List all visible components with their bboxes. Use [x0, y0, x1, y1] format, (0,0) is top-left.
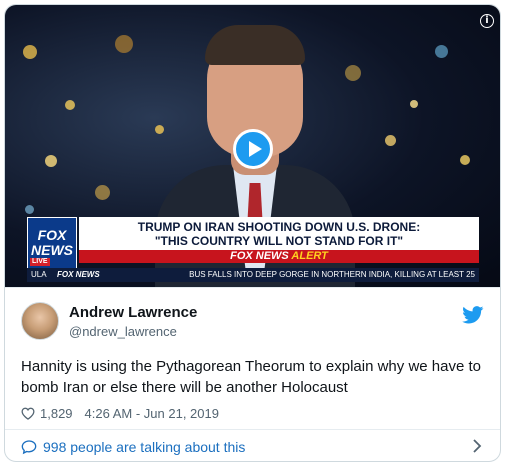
play-button[interactable]	[233, 129, 273, 169]
background-light	[385, 135, 396, 146]
speech-bubble-icon	[21, 439, 37, 454]
embedded-tweet-card: i FOX NEWS LIVE TRUMP ON IRAN SHOOTING D…	[4, 4, 501, 462]
logo-bottom-text: NEWS	[31, 242, 73, 258]
heart-icon[interactable]	[21, 407, 35, 420]
fox-news-logo: FOX NEWS LIVE	[27, 217, 77, 269]
author-name[interactable]: Andrew Lawrence	[69, 304, 197, 321]
background-light	[95, 185, 110, 200]
background-light	[25, 205, 34, 214]
background-light	[23, 45, 37, 59]
ticker-left-text: ULA	[31, 270, 47, 279]
talking-count-text[interactable]: 998 people are talking about this	[43, 439, 245, 455]
tweet-text: Hannity is using the Pythagorean Theorum…	[21, 358, 481, 396]
video-player[interactable]: i FOX NEWS LIVE TRUMP ON IRAN SHOOTING D…	[5, 5, 500, 287]
tweet-body: Andrew Lawrence @ndrew_lawrence Hannity …	[5, 287, 500, 427]
author-handle[interactable]: @ndrew_lawrence	[69, 324, 177, 339]
background-light	[115, 35, 133, 53]
news-ticker: ULA FOX NEWS BUS FALLS INTO DEEP GORGE I…	[27, 268, 479, 282]
background-light	[65, 100, 75, 110]
ticker-brand: FOX NEWS	[57, 270, 100, 279]
info-icon[interactable]: i	[480, 14, 494, 28]
background-light	[410, 100, 418, 108]
alert-brand: FOX NEWS	[230, 250, 289, 262]
background-light	[435, 45, 448, 58]
news-lower-third: FOX NEWS LIVE TRUMP ON IRAN SHOOTING DOW…	[27, 217, 479, 282]
background-light	[45, 155, 57, 167]
news-headline: TRUMP ON IRAN SHOOTING DOWN U.S. DRONE: …	[79, 217, 479, 250]
tweet-timestamp[interactable]: 4:26 AM - Jun 21, 2019	[85, 406, 219, 421]
logo-top-text: FOX	[37, 227, 67, 243]
twitter-bird-icon[interactable]	[462, 306, 484, 324]
avatar[interactable]	[21, 302, 59, 340]
like-count[interactable]: 1,829	[40, 406, 73, 421]
headline-line-1: TRUMP ON IRAN SHOOTING DOWN U.S. DRONE:	[137, 220, 421, 234]
headline-line-2: "THIS COUNTRY WILL NOT STAND FOR IT"	[154, 234, 404, 248]
ticker-news: BUS FALLS INTO DEEP GORGE IN NORTHERN IN…	[189, 270, 475, 279]
anchor-hair	[205, 25, 305, 65]
tweet-meta: 1,829 4:26 AM - Jun 21, 2019	[21, 406, 219, 421]
chevron-right-icon[interactable]	[472, 439, 482, 453]
conversation-link[interactable]: 998 people are talking about this	[5, 429, 500, 461]
live-badge: LIVE	[30, 258, 50, 266]
alert-word: ALERT	[291, 250, 328, 262]
news-alert-bar: FOX NEWS ALERT	[79, 250, 479, 263]
play-icon	[248, 141, 262, 157]
background-light	[460, 155, 470, 165]
